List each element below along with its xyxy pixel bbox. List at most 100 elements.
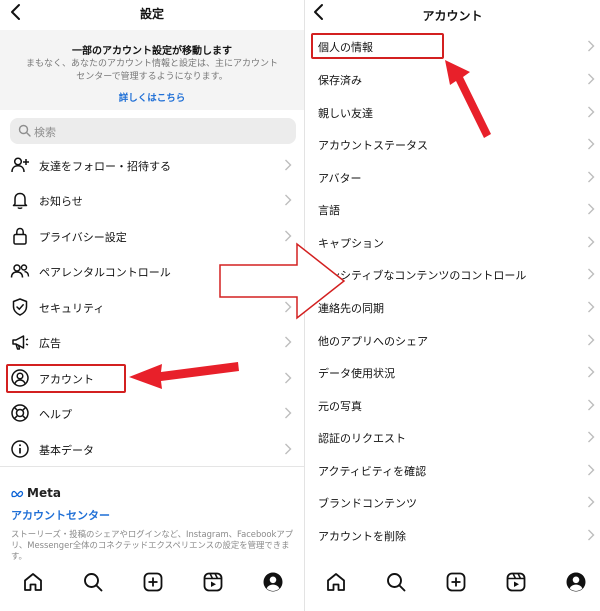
chevron-right-icon <box>285 407 292 419</box>
chevron-right-icon <box>285 443 292 455</box>
chevron-right-icon <box>285 336 292 348</box>
settings-item-label: 友達をフォロー・招待する <box>39 160 171 173</box>
account-item-contact-sync[interactable]: 連絡先の同期 <box>305 291 600 323</box>
settings-item-follow-invite[interactable]: 友達をフォロー・招待する <box>0 148 304 182</box>
account-item-close-friends[interactable]: 親しい友達 <box>305 96 600 128</box>
settings-item-help[interactable]: ヘルプ <box>0 396 304 430</box>
accounts-center-description: ストーリーズ・投稿のシェアやログインなど、Instagram、Facebookア… <box>11 529 294 561</box>
bottom-tab-bar <box>0 563 304 611</box>
info-icon <box>11 440 29 458</box>
profile-icon[interactable] <box>262 571 284 593</box>
settings-screen: 設定 一部のアカウント設定が移動します まもなく、あなたのアカウント情報と設定は… <box>0 0 304 611</box>
account-item-label: アカウントステータス <box>318 139 428 152</box>
account-item-saved[interactable]: 保存済み <box>305 63 600 95</box>
chevron-right-icon <box>588 106 595 118</box>
account-item-data-usage[interactable]: データ使用状況 <box>305 356 600 388</box>
account-item-share-to-other-apps[interactable]: 他のアプリへのシェア <box>305 324 600 356</box>
settings-item-label: セキュリティ <box>39 302 105 315</box>
chevron-right-icon <box>588 399 595 411</box>
account-item-language[interactable]: 言語 <box>305 193 600 225</box>
chevron-right-icon <box>588 138 595 150</box>
chevron-right-icon <box>285 159 292 171</box>
account-item-delete-account[interactable]: アカウントを削除 <box>305 519 600 551</box>
account-item-label: センシティブなコンテンツのコントロール <box>318 269 527 282</box>
chevron-right-icon <box>285 265 292 277</box>
account-item-label: 連絡先の同期 <box>318 302 384 315</box>
reels-icon[interactable] <box>202 571 224 593</box>
settings-item-parental-control[interactable]: ペアレンタルコントロール <box>0 254 304 288</box>
settings-item-label: 基本データ <box>39 444 94 457</box>
account-item-label: キャプション <box>318 237 384 250</box>
chevron-right-icon <box>588 301 595 313</box>
account-item-label: 保存済み <box>318 74 362 87</box>
account-item-review-activity[interactable]: アクティビティを確認 <box>305 454 600 486</box>
learn-more-link[interactable]: 詳しくはこちら <box>0 90 304 104</box>
search-placeholder: 検索 <box>34 126 56 139</box>
create-icon[interactable] <box>445 571 467 593</box>
home-icon[interactable] <box>22 571 44 593</box>
personal-info-highlight-box <box>311 33 444 59</box>
create-icon[interactable] <box>142 571 164 593</box>
account-title: アカウント <box>422 9 483 23</box>
chevron-right-icon <box>588 236 595 248</box>
account-item-label: アバター <box>318 172 362 185</box>
meta-logo-text: Meta <box>27 486 61 500</box>
chevron-right-icon <box>588 431 595 443</box>
settings-item-label: プライバシー設定 <box>39 231 127 244</box>
account-item-label: 元の写真 <box>318 400 362 413</box>
chevron-right-icon <box>285 372 292 384</box>
search-input[interactable]: 検索 <box>10 118 296 144</box>
settings-item-ads[interactable]: 広告 <box>0 325 304 359</box>
reels-icon[interactable] <box>505 571 527 593</box>
people-icon <box>10 264 30 278</box>
account-item-original-photos[interactable]: 元の写真 <box>305 389 600 421</box>
account-item-branded-content[interactable]: ブランドコンテンツ <box>305 486 600 518</box>
chevron-right-icon <box>588 40 595 52</box>
chevron-right-icon <box>588 203 595 215</box>
meta-infinity-icon <box>11 490 24 498</box>
bottom-tab-bar <box>305 563 600 611</box>
account-item-request-verification[interactable]: 認証のリクエスト <box>305 421 600 453</box>
chevron-right-icon <box>588 268 595 280</box>
settings-item-about[interactable]: 基本データ <box>0 432 304 466</box>
chevron-right-icon <box>285 301 292 313</box>
account-item-captions[interactable]: キャプション <box>305 226 600 258</box>
add-person-icon <box>11 157 29 173</box>
search-icon[interactable] <box>82 571 104 593</box>
account-item-label: アクティビティを確認 <box>318 465 427 478</box>
account-item-label: 他のアプリへのシェア <box>318 335 428 348</box>
shield-check-icon <box>12 298 28 316</box>
section-divider <box>0 466 304 467</box>
search-icon[interactable] <box>385 571 407 593</box>
migration-notice: 一部のアカウント設定が移動します まもなく、あなたのアカウント情報と設定は、主に… <box>0 30 304 110</box>
account-header: アカウント <box>305 0 600 28</box>
chevron-right-icon <box>588 529 595 541</box>
account-item-label: アカウントを削除 <box>318 530 406 543</box>
search-icon <box>18 124 31 137</box>
account-item-label: 親しい友達 <box>318 107 373 120</box>
settings-item-privacy[interactable]: プライバシー設定 <box>0 219 304 253</box>
settings-item-notifications[interactable]: お知らせ <box>0 183 304 217</box>
chevron-right-icon <box>588 171 595 183</box>
account-item-label: ブランドコンテンツ <box>318 497 417 510</box>
settings-item-security[interactable]: セキュリティ <box>0 290 304 324</box>
settings-title: 設定 <box>139 7 164 21</box>
account-item-avatar[interactable]: アバター <box>305 161 600 193</box>
account-item-account-status[interactable]: アカウントステータス <box>305 128 600 160</box>
home-icon[interactable] <box>325 571 347 593</box>
notice-body: まもなく、あなたのアカウント情報と設定は、主にアカウントセンターで管理するように… <box>25 59 278 82</box>
account-item-label: 言語 <box>318 204 340 217</box>
account-item-label: 認証のリクエスト <box>318 432 406 445</box>
profile-icon[interactable] <box>565 571 587 593</box>
chevron-right-icon <box>588 496 595 508</box>
account-item-highlight-box <box>6 364 126 393</box>
chevron-right-icon <box>588 464 595 476</box>
account-item-sensitive-content[interactable]: センシティブなコンテンツのコントロール <box>305 258 600 290</box>
chevron-right-icon <box>588 334 595 346</box>
chevron-right-icon <box>285 230 292 242</box>
settings-item-label: 広告 <box>39 337 61 350</box>
settings-item-label: ペアレンタルコントロール <box>39 266 171 279</box>
lifebuoy-icon <box>11 404 29 422</box>
settings-header: 設定 <box>0 0 304 28</box>
accounts-center-link[interactable]: アカウントセンター <box>11 507 110 523</box>
